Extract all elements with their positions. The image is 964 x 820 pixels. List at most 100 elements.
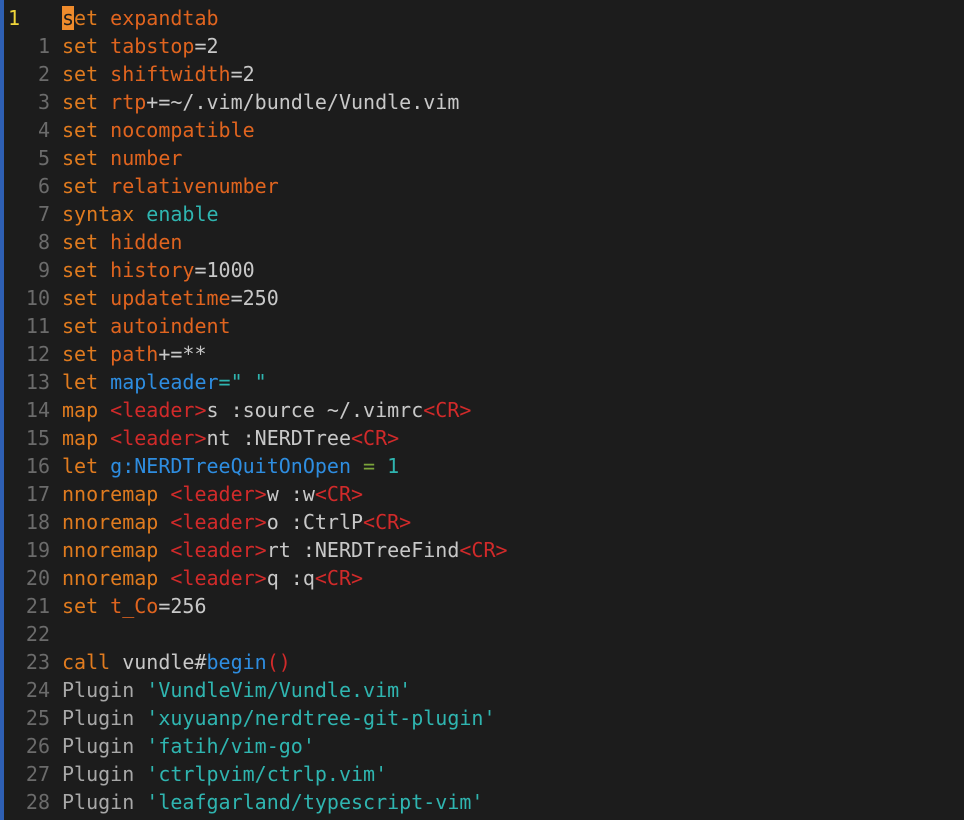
- code-token: tabstop: [110, 34, 195, 58]
- editor-line[interactable]: 4 set nocompatible: [4, 116, 255, 144]
- editor-line[interactable]: 14 map <leader>s :source ~/.vimrc<CR>: [4, 396, 472, 424]
- code-token: 'VundleVim/Vundle.vim': [146, 678, 412, 702]
- code-token: =: [351, 454, 388, 478]
- code-token: +=**: [158, 342, 207, 366]
- code-token: set: [62, 34, 111, 58]
- editor-line[interactable]: 9 set history=1000: [4, 256, 255, 284]
- code-token: autoindent: [110, 314, 231, 338]
- line-code[interactable]: set relativenumber: [56, 172, 279, 200]
- line-code[interactable]: map <leader>nt :NERDTree<CR>: [56, 424, 399, 452]
- code-token: let: [62, 454, 111, 478]
- code-token: relativenumber: [110, 174, 279, 198]
- code-token: rt :NERDTreeFind: [266, 538, 460, 562]
- editor-line[interactable]: 8 set hidden: [4, 228, 182, 256]
- editor-line[interactable]: 27 Plugin 'ctrlpvim/ctrlp.vim': [4, 760, 387, 788]
- line-number: 11: [25, 314, 50, 338]
- editor-line[interactable]: 20 nnoremap <leader>q :q<CR>: [4, 564, 363, 592]
- line-number: 26: [25, 734, 50, 758]
- editor-line[interactable]: 16 let g:NERDTreeQuitOnOpen = 1: [4, 452, 399, 480]
- line-number: 17: [25, 482, 50, 506]
- line-number: 25: [25, 706, 50, 730]
- editor-line[interactable]: 7 syntax enable: [4, 200, 219, 228]
- line-code[interactable]: set hidden: [56, 228, 182, 256]
- line-number: 4: [37, 118, 50, 142]
- line-number: 5: [37, 146, 50, 170]
- line-code[interactable]: Plugin 'ctrlpvim/ctrlp.vim': [56, 760, 387, 788]
- code-token: =1000: [194, 258, 255, 282]
- code-token: =2: [230, 62, 255, 86]
- line-code[interactable]: set shiftwidth=2: [56, 60, 255, 88]
- code-token: begin: [206, 650, 267, 674]
- line-code[interactable]: Plugin 'VundleVim/Vundle.vim': [56, 676, 411, 704]
- line-code[interactable]: set number: [56, 144, 182, 172]
- editor-line[interactable]: 2 set shiftwidth=2: [4, 60, 255, 88]
- editor-line[interactable]: 10 set updatetime=250: [4, 284, 279, 312]
- code-token: <CR>: [459, 538, 508, 562]
- code-token: set: [62, 594, 111, 618]
- line-code[interactable]: nnoremap <leader>o :CtrlP<CR>: [56, 508, 411, 536]
- line-code[interactable]: Plugin 'fatih/vim-go': [56, 732, 315, 760]
- editor-line[interactable]: 21 set t_Co=256: [4, 592, 207, 620]
- editor-line[interactable]: 17 nnoremap <leader>w :w<CR>: [4, 480, 363, 508]
- code-token: <leader>: [170, 566, 267, 590]
- editor-line[interactable]: 23 call vundle#begin(): [4, 648, 291, 676]
- line-code[interactable]: let mapleader=" ": [56, 368, 267, 396]
- line-code[interactable]: set rtp+=~/.vim/bundle/Vundle.vim: [56, 88, 459, 116]
- line-code[interactable]: nnoremap <leader>w :w<CR>: [56, 480, 363, 508]
- line-number: 6: [37, 174, 50, 198]
- line-number: 14: [25, 398, 50, 422]
- line-number: 27: [25, 762, 50, 786]
- line-code[interactable]: set tabstop=2: [56, 32, 219, 60]
- editor-line[interactable]: 15 map <leader>nt :NERDTree<CR>: [4, 424, 399, 452]
- editor-line[interactable]: 22: [4, 620, 62, 648]
- code-token: <leader>: [170, 510, 267, 534]
- code-token: <CR>: [423, 398, 472, 422]
- code-token: set: [62, 174, 111, 198]
- editor-line[interactable]: 24 Plugin 'VundleVim/Vundle.vim': [4, 676, 411, 704]
- line-code[interactable]: set t_Co=256: [56, 592, 207, 620]
- code-token: set: [62, 258, 111, 282]
- vim-editor[interactable]: 1 set expandtab 1 set tabstop=2 2 set shiftwi…: [0, 0, 964, 820]
- line-number: 19: [25, 538, 50, 562]
- line-code[interactable]: Plugin 'xuyuanp/nerdtree-git-plugin': [56, 704, 496, 732]
- line-number: 7: [37, 202, 50, 226]
- line-code[interactable]: map <leader>s :source ~/.vimrc<CR>: [56, 396, 471, 424]
- editor-line[interactable]: 25 Plugin 'xuyuanp/nerdtree-git-plugin': [4, 704, 496, 732]
- line-code[interactable]: set expandtab: [56, 4, 219, 32]
- line-code[interactable]: set path+=**: [56, 340, 207, 368]
- line-number: 23: [25, 650, 50, 674]
- code-token: set: [62, 286, 111, 310]
- line-code[interactable]: call vundle#begin(): [56, 648, 291, 676]
- line-code[interactable]: set autoindent: [56, 312, 231, 340]
- editor-line[interactable]: 28 Plugin 'leafgarland/typescript-vim': [4, 788, 484, 816]
- editor-line[interactable]: 1 set tabstop=2: [4, 32, 219, 60]
- line-code[interactable]: syntax enable: [56, 200, 219, 228]
- line-code[interactable]: Plugin 'leafgarland/typescript-vim': [56, 788, 483, 816]
- editor-line[interactable]: 26 Plugin 'fatih/vim-go': [4, 732, 315, 760]
- line-code[interactable]: [56, 620, 62, 648]
- line-number: 24: [25, 678, 50, 702]
- editor-line[interactable]: 11 set autoindent: [4, 312, 231, 340]
- line-code[interactable]: nnoremap <leader>q :q<CR>: [56, 564, 363, 592]
- editor-line[interactable]: 3 set rtp+=~/.vim/bundle/Vundle.vim: [4, 88, 459, 116]
- editor-line[interactable]: 6 set relativenumber: [4, 172, 279, 200]
- editor-line[interactable]: 5 set number: [4, 144, 182, 172]
- editor-line[interactable]: 19 nnoremap <leader>rt :NERDTreeFind<CR>: [4, 536, 508, 564]
- editor-line[interactable]: 12 set path+=**: [4, 340, 207, 368]
- line-code[interactable]: set nocompatible: [56, 116, 255, 144]
- code-token: q :q: [266, 566, 315, 590]
- editor-line[interactable]: 13 let mapleader=" ": [4, 368, 267, 396]
- code-token: set: [62, 90, 111, 114]
- line-code[interactable]: set updatetime=250: [56, 284, 279, 312]
- text-cursor: s: [62, 6, 75, 30]
- line-number: 18: [25, 510, 50, 534]
- editor-line[interactable]: 1 set expandtab: [4, 4, 219, 32]
- code-token: 'xuyuanp/nerdtree-git-plugin': [146, 706, 496, 730]
- line-code[interactable]: let g:NERDTreeQuitOnOpen = 1: [56, 452, 399, 480]
- code-token: <leader>: [110, 398, 207, 422]
- code-token: <CR>: [314, 482, 364, 506]
- line-code[interactable]: nnoremap <leader>rt :NERDTreeFind<CR>: [56, 536, 508, 564]
- code-token: =250: [230, 286, 279, 310]
- editor-line[interactable]: 18 nnoremap <leader>o :CtrlP<CR>: [4, 508, 411, 536]
- line-code[interactable]: set history=1000: [56, 256, 255, 284]
